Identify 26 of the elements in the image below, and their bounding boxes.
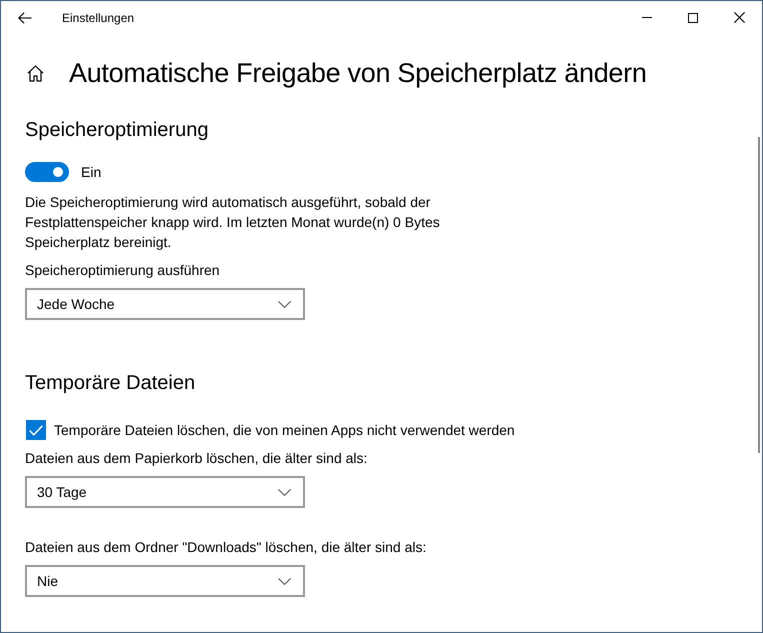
toggle-label: Ein <box>81 164 102 180</box>
close-icon <box>734 12 744 23</box>
window-title: Einstellungen <box>62 10 134 24</box>
dropdown-label: Dateien aus dem Papierkorb löschen, die älter sind als: <box>25 449 368 468</box>
back-arrow-icon <box>18 12 32 24</box>
chevron-down-icon <box>278 300 291 308</box>
maximize-icon <box>688 12 698 22</box>
page-title: Automatische Freigabe von Speicherplatz ändern <box>69 57 647 90</box>
description-text: Die Speicheroptimierung wird automatisch ausgeführt, sobald der Festplattenspeicher knapp wird. Im letzten Monat wurde(n) 0 Bytes Speicherplatz bereinigt. <box>25 193 441 252</box>
home-icon <box>27 64 44 82</box>
checkbox-label[interactable]: Temporäre Dateien löschen, die von meinen Apps nicht verwendet werden <box>54 422 515 438</box>
dropdown[interactable]: Jede Woche <box>25 288 305 320</box>
dropdown-label: Speicheroptimierung ausführen <box>25 261 220 280</box>
dropdown[interactable]: Nie <box>25 565 305 597</box>
toggle-switch[interactable] <box>25 162 69 182</box>
dropdown[interactable]: 30 Tage <box>25 476 305 508</box>
checkbox[interactable] <box>26 420 46 440</box>
scrollbar-thumb[interactable] <box>758 137 760 453</box>
home-button[interactable] <box>26 64 45 82</box>
minimize-icon <box>642 17 652 18</box>
check-icon <box>29 424 43 436</box>
dropdown-label: Dateien aus dem Ordner "Downloads" löschen, die älter sind als: <box>25 538 426 557</box>
chevron-down-icon <box>278 578 291 584</box>
chevron-down-icon <box>278 488 291 496</box>
section-heading: Speicheroptimierung <box>25 118 208 143</box>
section-heading: Temporäre Dateien <box>25 371 196 396</box>
